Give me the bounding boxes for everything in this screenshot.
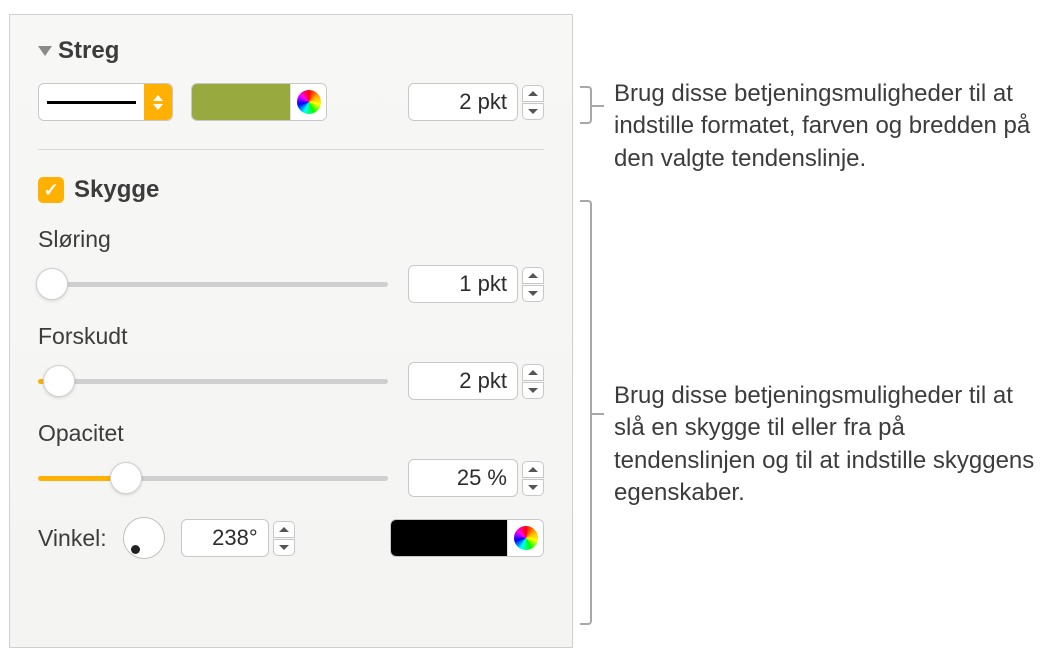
forskudt-stepper bbox=[522, 364, 544, 399]
line-style-dropdown[interactable] bbox=[38, 83, 173, 121]
stepper-down-button[interactable] bbox=[273, 539, 295, 556]
vinkel-input[interactable] bbox=[181, 519, 269, 557]
skygge-checkbox[interactable]: ✓ bbox=[38, 177, 64, 203]
vinkel-row: Vinkel: bbox=[38, 517, 544, 559]
skygge-label: Skygge bbox=[74, 176, 159, 204]
forskudt-input[interactable] bbox=[408, 362, 518, 400]
opacitet-label: Opacitet bbox=[38, 420, 544, 447]
callout-bracket bbox=[580, 86, 592, 124]
stepper-up-button[interactable] bbox=[522, 364, 544, 381]
streg-width-stepper bbox=[522, 85, 544, 120]
dropdown-arrows-icon bbox=[144, 84, 172, 120]
stepper-down-button[interactable] bbox=[522, 103, 544, 120]
section-divider bbox=[38, 149, 544, 150]
sloring-stepper bbox=[522, 267, 544, 302]
callout-streg-text: Brug disse betjeningsmuligheder til at i… bbox=[614, 78, 1044, 175]
stepper-up-button[interactable] bbox=[522, 267, 544, 284]
sloring-input[interactable] bbox=[408, 265, 518, 303]
skygge-color-group bbox=[390, 519, 544, 557]
forskudt-block: Forskudt bbox=[38, 323, 544, 400]
angle-knob[interactable] bbox=[123, 517, 165, 559]
opacitet-stepper bbox=[522, 461, 544, 496]
callout-bracket bbox=[580, 200, 592, 625]
checkmark-icon: ✓ bbox=[43, 180, 58, 201]
color-picker-button[interactable] bbox=[507, 520, 543, 556]
format-panel: Streg ✓ Skygge Sløring bbox=[9, 14, 573, 648]
stepper-up-button[interactable] bbox=[522, 461, 544, 478]
stepper-down-button[interactable] bbox=[522, 285, 544, 302]
vinkel-label: Vinkel: bbox=[38, 525, 107, 552]
streg-header[interactable]: Streg bbox=[38, 37, 544, 65]
forskudt-slider[interactable] bbox=[38, 363, 388, 399]
opacitet-input[interactable] bbox=[408, 459, 518, 497]
angle-indicator-dot bbox=[131, 545, 140, 554]
streg-width-field bbox=[408, 83, 544, 121]
skygge-checkbox-row: ✓ Skygge bbox=[38, 176, 544, 204]
line-preview bbox=[39, 101, 144, 104]
color-picker-button[interactable] bbox=[290, 84, 326, 120]
streg-width-input[interactable] bbox=[408, 83, 518, 121]
color-wheel-icon bbox=[297, 90, 321, 114]
chevron-down-icon bbox=[38, 46, 52, 56]
streg-color-well[interactable] bbox=[192, 84, 290, 120]
sloring-block: Sløring bbox=[38, 226, 544, 303]
streg-color-group bbox=[191, 83, 327, 121]
vinkel-stepper bbox=[273, 521, 295, 556]
stepper-down-button[interactable] bbox=[522, 479, 544, 496]
opacitet-slider[interactable] bbox=[38, 460, 388, 496]
opacitet-block: Opacitet bbox=[38, 420, 544, 497]
stepper-up-button[interactable] bbox=[273, 521, 295, 538]
forskudt-label: Forskudt bbox=[38, 323, 544, 350]
skygge-color-well[interactable] bbox=[391, 520, 507, 556]
sloring-slider[interactable] bbox=[38, 266, 388, 302]
streg-controls-row bbox=[38, 83, 544, 121]
stepper-down-button[interactable] bbox=[522, 382, 544, 399]
callout-skygge-text: Brug disse betjeningsmuligheder til at s… bbox=[614, 380, 1044, 510]
streg-title: Streg bbox=[58, 37, 119, 65]
stepper-up-button[interactable] bbox=[522, 85, 544, 102]
color-wheel-icon bbox=[514, 526, 538, 550]
sloring-label: Sløring bbox=[38, 226, 544, 253]
callouts-layer: Brug disse betjeningsmuligheder til at i… bbox=[580, 0, 1050, 654]
